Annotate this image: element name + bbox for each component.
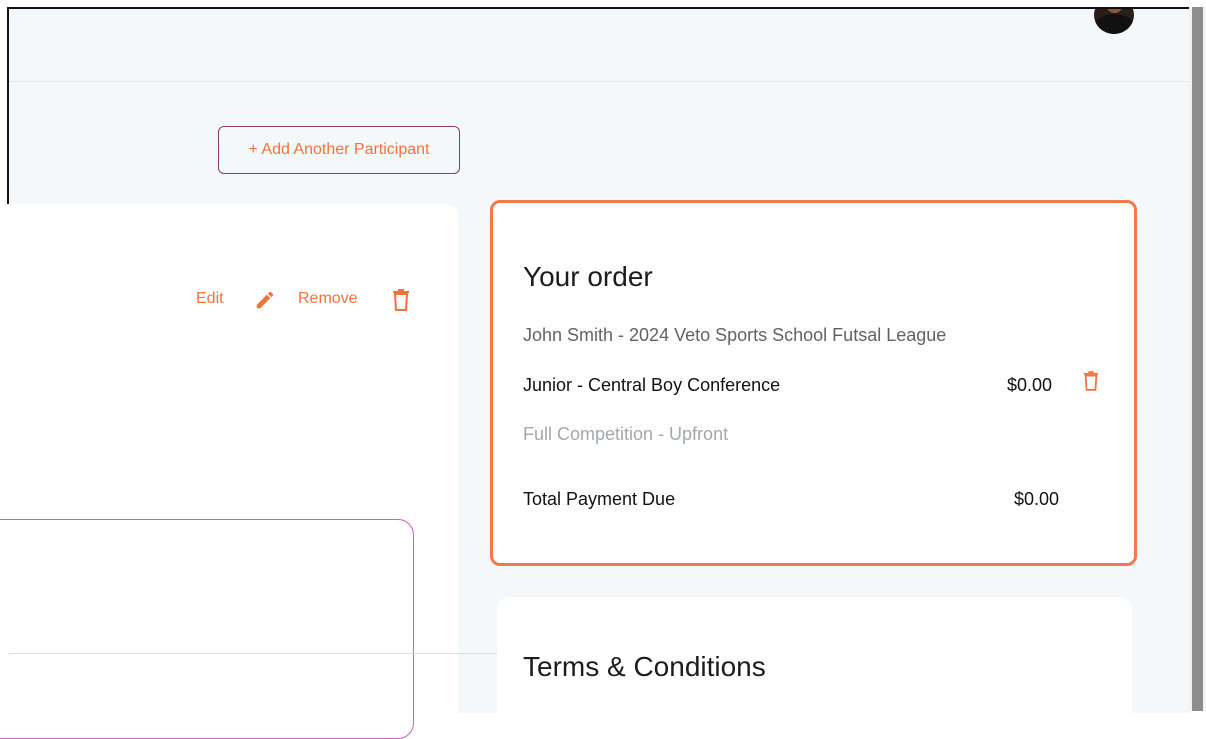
add-another-participant-button[interactable]: + Add Another Participant bbox=[218, 126, 460, 174]
top-header bbox=[9, 9, 1190, 82]
order-title: Your order bbox=[523, 261, 653, 292]
pencil-icon[interactable] bbox=[254, 289, 276, 311]
avatar-shoulders bbox=[1094, 14, 1134, 34]
total-payment-value: $0.00 bbox=[1014, 489, 1060, 509]
participant-details-card bbox=[0, 519, 414, 739]
avatar-head bbox=[1106, 9, 1123, 13]
total-payment-label: Total Payment Due bbox=[523, 489, 676, 509]
order-participant-line: John Smith - 2024 Veto Sports School Fut… bbox=[523, 325, 947, 345]
user-avatar[interactable] bbox=[1094, 9, 1134, 34]
scrollbar-thumb[interactable] bbox=[1192, 7, 1203, 711]
trash-icon[interactable] bbox=[392, 289, 410, 311]
order-item-subtitle: Full Competition - Upfront bbox=[523, 424, 729, 444]
trash-icon[interactable] bbox=[1083, 371, 1099, 391]
edit-link[interactable]: Edit bbox=[196, 290, 224, 308]
order-item-price: $0.00 bbox=[1007, 375, 1053, 395]
remove-link[interactable]: Remove bbox=[298, 290, 358, 308]
order-item-name: Junior - Central Boy Conference bbox=[523, 375, 781, 395]
terms-title: Terms & Conditions bbox=[523, 651, 766, 682]
